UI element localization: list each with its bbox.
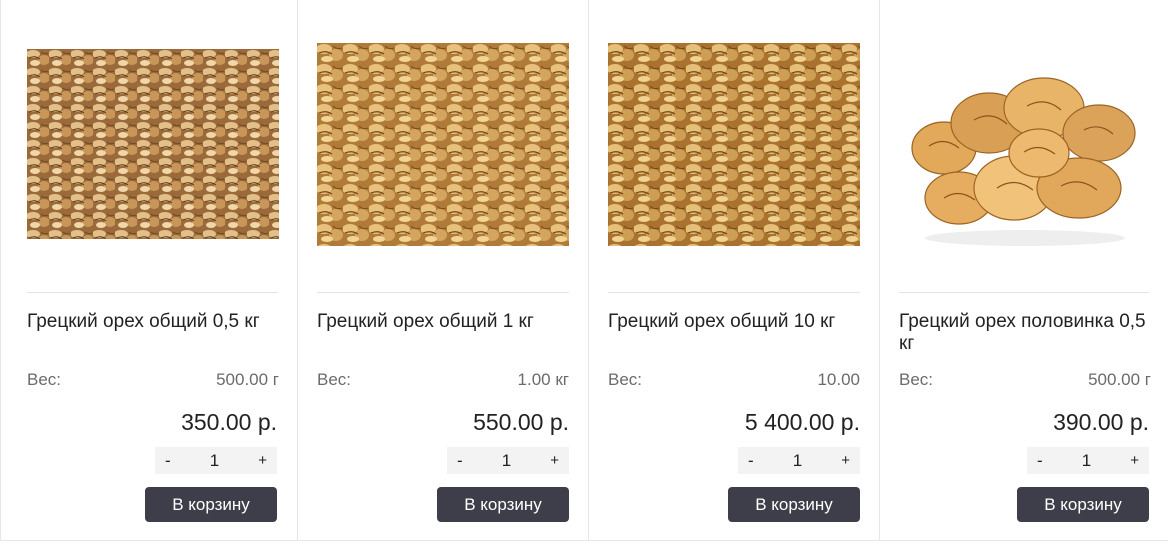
- walnut-kernels-image: [608, 42, 860, 246]
- product-image[interactable]: [27, 38, 279, 250]
- card-divider: [608, 292, 860, 293]
- product-card: Грецкий орех общий 0,5 кг Вес: 500.00 г …: [0, 0, 298, 540]
- walnut-halves-image: [899, 38, 1151, 250]
- weight-value: 500.00 г: [216, 370, 279, 389]
- weight-row: Вес: 500.00 г: [899, 370, 1151, 390]
- add-to-cart-button[interactable]: В корзину: [437, 487, 569, 522]
- weight-label: Вес:: [317, 370, 352, 389]
- qty-decrease-button[interactable]: -: [457, 451, 463, 471]
- qty-input[interactable]: 1: [210, 451, 219, 471]
- weight-row: Вес: 1.00 кг: [317, 370, 569, 390]
- card-divider: [317, 292, 569, 293]
- product-grid: Грецкий орех общий 0,5 кг Вес: 500.00 г …: [0, 0, 1168, 541]
- walnut-kernels-image: [27, 49, 279, 239]
- product-title[interactable]: Грецкий орех половинка 0,5 кг: [899, 311, 1151, 355]
- card-divider: [899, 292, 1149, 293]
- weight-value: 1.00 кг: [517, 370, 569, 389]
- weight-label: Вес:: [899, 370, 934, 389]
- product-card: Грецкий орех общий 10 кг Вес: 10.00 5 40…: [589, 0, 880, 540]
- qty-input[interactable]: 1: [1082, 451, 1091, 471]
- qty-decrease-button[interactable]: -: [165, 451, 171, 471]
- quantity-stepper: - 1 +: [738, 447, 860, 474]
- product-price: 350.00 р.: [181, 409, 277, 435]
- add-to-cart-button[interactable]: В корзину: [145, 487, 277, 522]
- quantity-stepper: - 1 +: [447, 447, 569, 474]
- quantity-stepper: - 1 +: [1027, 447, 1149, 474]
- qty-increase-button[interactable]: +: [550, 452, 559, 469]
- qty-increase-button[interactable]: +: [258, 452, 267, 469]
- product-price: 5 400.00 р.: [744, 409, 860, 435]
- weight-value: 500.00 г: [1088, 370, 1151, 389]
- product-card: Грецкий орех половинка 0,5 кг Вес: 500.0…: [880, 0, 1168, 540]
- add-to-cart-button[interactable]: В корзину: [728, 487, 860, 522]
- product-image[interactable]: [899, 38, 1151, 250]
- weight-value: 10.00: [817, 370, 860, 389]
- add-to-cart-button[interactable]: В корзину: [1017, 487, 1149, 522]
- product-image[interactable]: [317, 38, 569, 250]
- weight-row: Вес: 10.00: [608, 370, 860, 390]
- product-card: Грецкий орех общий 1 кг Вес: 1.00 кг 550…: [298, 0, 589, 540]
- weight-row: Вес: 500.00 г: [27, 370, 279, 390]
- product-title[interactable]: Грецкий орех общий 1 кг: [317, 311, 569, 333]
- weight-label: Вес:: [27, 370, 62, 389]
- product-price: 390.00 р.: [1053, 409, 1149, 435]
- qty-increase-button[interactable]: +: [841, 452, 850, 469]
- product-image[interactable]: [608, 38, 860, 250]
- walnut-kernels-image: [317, 42, 569, 246]
- weight-label: Вес:: [608, 370, 643, 389]
- qty-decrease-button[interactable]: -: [1037, 451, 1043, 471]
- qty-input[interactable]: 1: [793, 451, 802, 471]
- product-title[interactable]: Грецкий орех общий 0,5 кг: [27, 311, 279, 333]
- quantity-stepper: - 1 +: [155, 447, 277, 474]
- qty-increase-button[interactable]: +: [1130, 452, 1139, 469]
- card-divider: [27, 292, 278, 293]
- product-price: 550.00 р.: [473, 409, 569, 435]
- product-title[interactable]: Грецкий орех общий 10 кг: [608, 311, 860, 333]
- qty-decrease-button[interactable]: -: [748, 451, 754, 471]
- qty-input[interactable]: 1: [502, 451, 511, 471]
